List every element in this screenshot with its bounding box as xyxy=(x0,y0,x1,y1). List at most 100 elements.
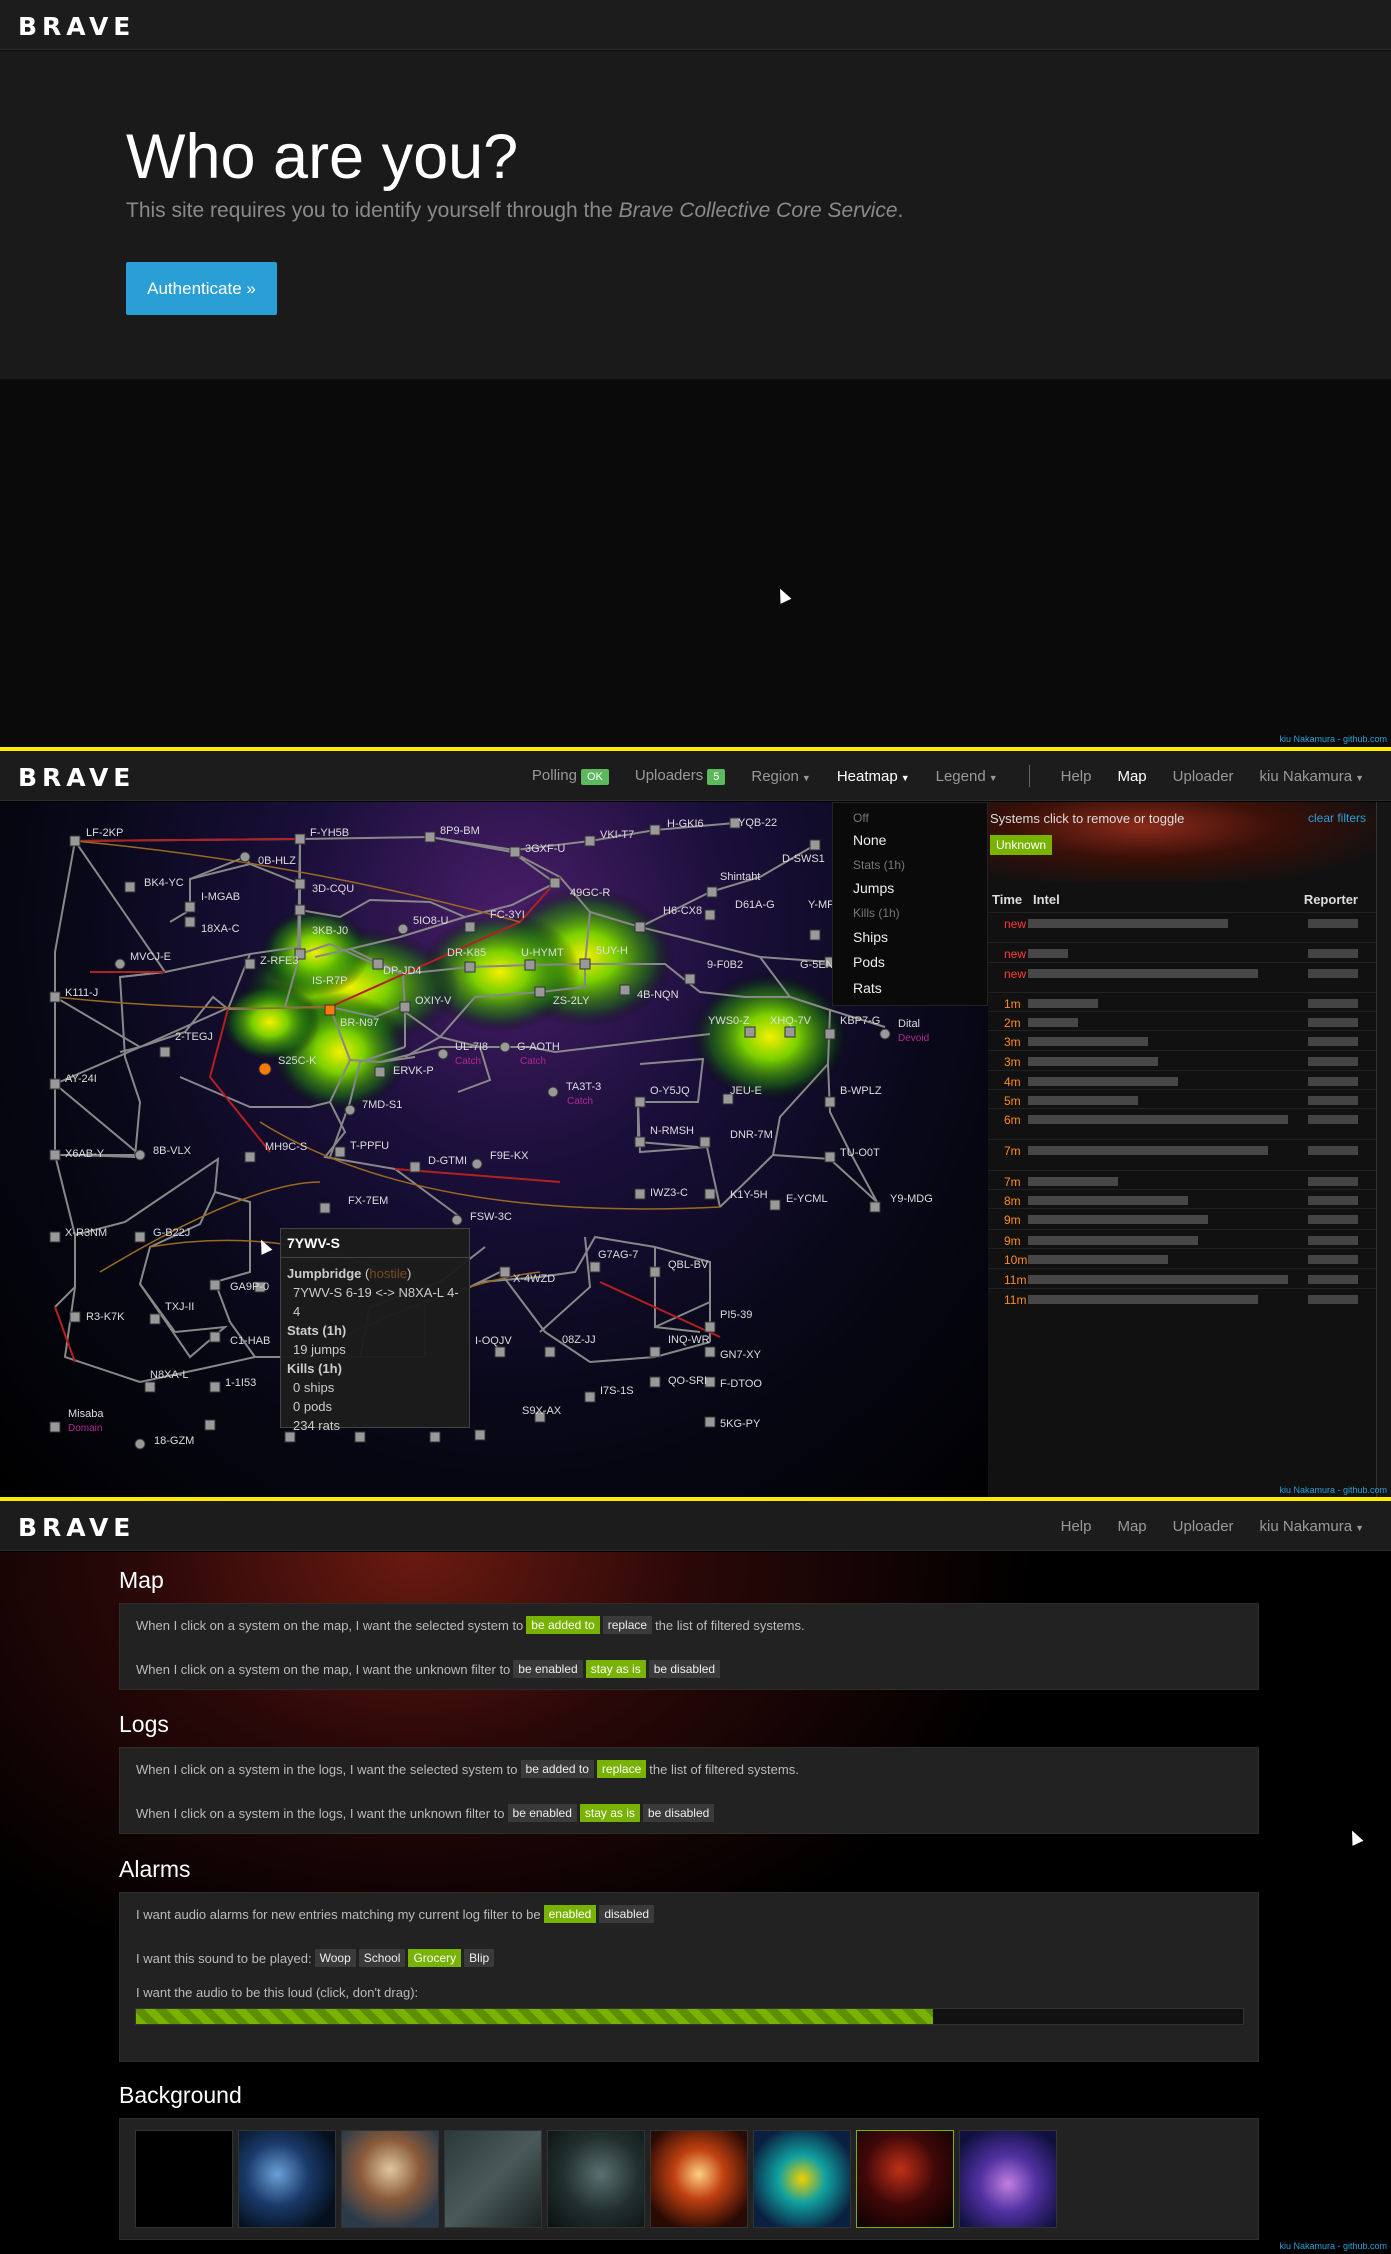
svg-text:TXJ-II: TXJ-II xyxy=(165,1301,194,1313)
brand-logo[interactable]: BRAVE xyxy=(18,763,135,792)
intel-scrollbar[interactable] xyxy=(1376,802,1391,1497)
intel-log-row[interactable]: new xyxy=(988,912,1376,942)
heatmap-dropdown[interactable]: Heatmap ▼ xyxy=(824,768,923,785)
map-settings-panel: When I click on a system on the map, I w… xyxy=(119,1603,1259,1690)
intel-log-row[interactable]: 9m xyxy=(988,1208,1376,1229)
svg-text:MVCJ-E: MVCJ-E xyxy=(130,951,171,963)
intel-log-reporter xyxy=(1308,1057,1358,1066)
intel-log-message xyxy=(1028,1077,1178,1086)
map-unknown-enable[interactable]: be enabled xyxy=(513,1660,583,1678)
background-thumb-teal-cloud[interactable] xyxy=(547,2130,645,2228)
heatmap-off[interactable]: Off xyxy=(853,811,869,825)
intel-log-row[interactable]: 11m xyxy=(988,1288,1376,1308)
brand-logo[interactable]: BRAVE xyxy=(18,12,135,41)
heatmap-rats[interactable]: Rats xyxy=(853,980,882,996)
heatmap-pods[interactable]: Pods xyxy=(853,954,885,970)
background-thumb-blue-nebula[interactable] xyxy=(238,2130,336,2228)
logs-unknown-disable[interactable]: be disabled xyxy=(642,1804,715,1822)
intel-log-row[interactable]: 9m xyxy=(988,1229,1376,1248)
volume-slider[interactable] xyxy=(135,2008,1244,2025)
sound-blip[interactable]: Blip xyxy=(464,1949,495,1967)
intel-log-row[interactable]: 4m xyxy=(988,1070,1376,1089)
map-replace-option[interactable]: replace xyxy=(602,1616,653,1634)
map-add-option[interactable]: be added to xyxy=(526,1616,600,1634)
intel-log-time: 2m xyxy=(1004,1016,1021,1030)
mouse-cursor-icon xyxy=(774,586,792,604)
tooltip-rats: 234 rats xyxy=(293,1418,340,1433)
top-navbar: BRAVE xyxy=(0,0,1391,50)
intel-log-row[interactable]: new xyxy=(988,942,1376,962)
alarm-disabled-option[interactable]: disabled xyxy=(599,1905,655,1923)
credit-link[interactable]: kiu Nakamura - github.com xyxy=(1279,734,1387,744)
background-thumb-purple-nebula[interactable] xyxy=(959,2130,1057,2228)
intel-log-row[interactable]: 5m xyxy=(988,1089,1376,1108)
intel-log-message xyxy=(1028,919,1228,928)
clear-filters-link[interactable]: clear filters xyxy=(1308,811,1366,825)
background-thumb-black[interactable] xyxy=(135,2130,233,2228)
col-time: Time xyxy=(992,892,1023,907)
intel-log-row[interactable]: 10m xyxy=(988,1248,1376,1268)
intel-log-row[interactable]: 7m xyxy=(988,1139,1376,1170)
intel-log-row[interactable]: 2m xyxy=(988,1011,1376,1030)
heatmap-stats-header: Stats (1h) xyxy=(853,858,906,872)
sound-woop[interactable]: Woop xyxy=(314,1949,356,1967)
chevron-down-icon: ▼ xyxy=(1355,1522,1364,1533)
svg-text:49GC-R: 49GC-R xyxy=(570,887,610,899)
svg-text:IWZ3-C: IWZ3-C xyxy=(650,1187,688,1199)
svg-text:X6AB-Y: X6AB-Y xyxy=(65,1148,105,1160)
intel-log-row[interactable]: new xyxy=(988,962,1376,992)
svg-text:GA9P-0: GA9P-0 xyxy=(230,1281,269,1293)
intel-log-message xyxy=(1028,1275,1288,1284)
nav-map[interactable]: Map xyxy=(1104,1518,1159,1535)
brand-logo[interactable]: BRAVE xyxy=(18,1513,135,1542)
map-section-title: Map xyxy=(119,1567,164,1593)
tooltip-pods: 0 pods xyxy=(293,1399,333,1414)
unknown-filter-tag[interactable]: Unknown xyxy=(990,835,1053,855)
col-reporter: Reporter xyxy=(1303,892,1358,907)
intel-log-message xyxy=(1028,999,1098,1008)
user-menu[interactable]: kiu Nakamura ▼ xyxy=(1247,1518,1377,1535)
uploaders-status[interactable]: Uploaders 5 xyxy=(622,767,739,785)
intel-log-row[interactable]: 8m xyxy=(988,1189,1376,1208)
logs-unknown-enable[interactable]: be enabled xyxy=(507,1804,577,1822)
intel-log-row[interactable]: 11m xyxy=(988,1268,1376,1288)
nav-uploader[interactable]: Uploader xyxy=(1160,768,1247,785)
intel-log-row[interactable]: 3m xyxy=(988,1030,1376,1050)
nav-map[interactable]: Map xyxy=(1104,768,1159,785)
background-thumb-ship[interactable] xyxy=(444,2130,542,2228)
credit-link[interactable]: kiu Nakamura - github.com xyxy=(1279,1485,1387,1495)
heatmap-jumps[interactable]: Jumps xyxy=(853,880,894,896)
svg-text:I-OQJV: I-OQJV xyxy=(475,1335,512,1347)
region-dropdown[interactable]: Region ▼ xyxy=(738,768,823,785)
sound-school[interactable]: School xyxy=(358,1949,406,1967)
intel-log-row[interactable]: 6m xyxy=(988,1108,1376,1139)
settings-nav: Help Map Uploader kiu Nakamura ▼ xyxy=(1048,1501,1377,1551)
background-thumb-red-nebula[interactable] xyxy=(856,2130,954,2228)
svg-text:MH9C-S: MH9C-S xyxy=(265,1141,307,1153)
nav-uploader[interactable]: Uploader xyxy=(1160,1518,1247,1535)
background-thumb-dust-nebula[interactable] xyxy=(341,2130,439,2228)
heatmap-ships[interactable]: Ships xyxy=(853,929,888,945)
intel-log-row[interactable]: 3m xyxy=(988,1050,1376,1070)
nav-help[interactable]: Help xyxy=(1048,768,1105,785)
authenticate-button[interactable]: Authenticate » xyxy=(126,262,277,315)
svg-text:G-B22J: G-B22J xyxy=(153,1227,190,1239)
credit-link[interactable]: kiu Nakamura - github.com xyxy=(1279,2241,1387,2251)
nav-help[interactable]: Help xyxy=(1048,1518,1105,1535)
intel-log-reporter xyxy=(1308,1275,1358,1284)
heatmap-none[interactable]: None xyxy=(853,832,886,848)
map-unknown-disable[interactable]: be disabled xyxy=(648,1660,721,1678)
logs-replace-option[interactable]: replace xyxy=(596,1760,647,1778)
heatmap-layer xyxy=(220,887,850,1112)
sound-grocery[interactable]: Grocery xyxy=(408,1949,462,1967)
legend-dropdown[interactable]: Legend ▼ xyxy=(923,768,1011,785)
intel-log-row[interactable]: 1m xyxy=(988,992,1376,1011)
logs-add-option[interactable]: be added to xyxy=(520,1760,594,1778)
intel-log-row[interactable]: 7m xyxy=(988,1170,1376,1189)
user-menu[interactable]: kiu Nakamura ▼ xyxy=(1247,768,1377,785)
logs-unknown-stay[interactable]: stay as is xyxy=(579,1804,640,1822)
background-thumb-fire-nebula[interactable] xyxy=(650,2130,748,2228)
alarm-enabled-option[interactable]: enabled xyxy=(543,1905,597,1923)
map-unknown-stay[interactable]: stay as is xyxy=(585,1660,646,1678)
background-thumb-rainbow-nebula[interactable] xyxy=(753,2130,851,2228)
